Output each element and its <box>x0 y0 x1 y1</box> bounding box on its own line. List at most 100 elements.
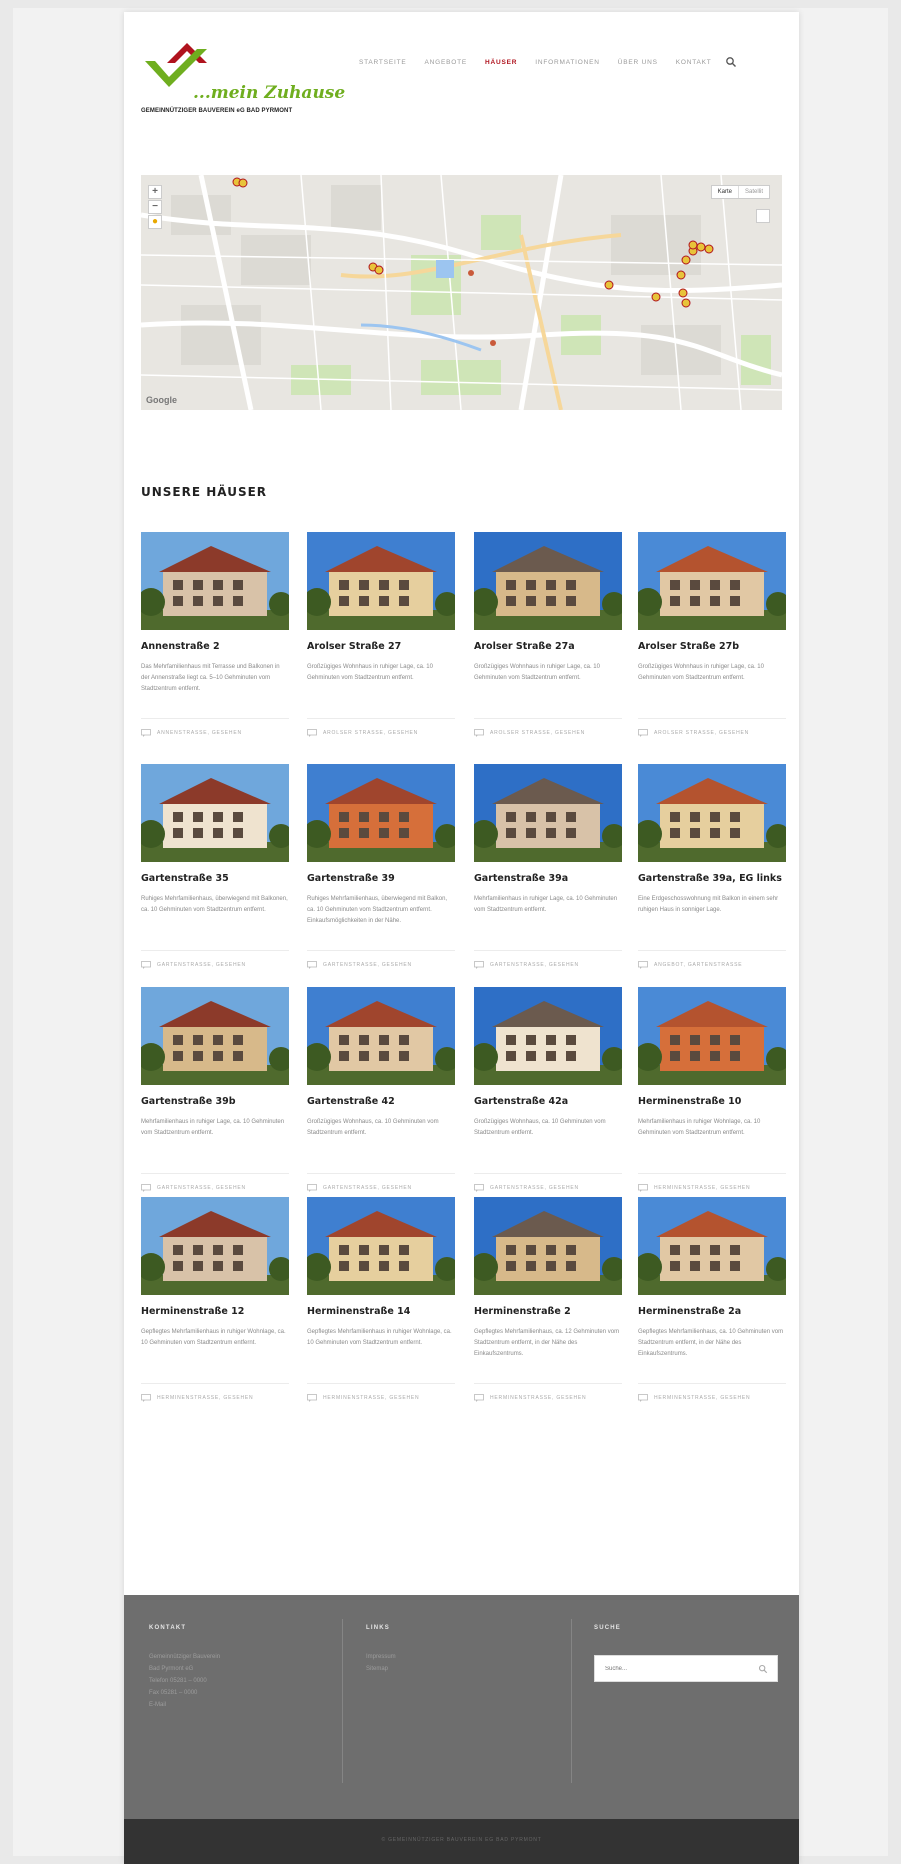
house-meta: Gartenstraße, Gesehen <box>141 1173 289 1192</box>
footer-links-heading: Links <box>366 1625 390 1631</box>
house-image[interactable] <box>638 987 786 1085</box>
comment-icon <box>474 1394 484 1402</box>
house-card: Gartenstraße 39b Mehrfamilienhaus in ruhi… <box>141 987 289 1192</box>
nav-item-kontakt[interactable]: Kontakt <box>667 59 721 66</box>
house-excerpt: Großzügiges Wohnhaus in ruhiger Lage, ca… <box>474 664 600 681</box>
house-excerpt: Gepflegtes Mehrfamilienhaus, ca. 10 Gehm… <box>638 1329 784 1357</box>
house-meta: Herminenstraße, Gesehen <box>638 1383 786 1402</box>
house-category[interactable]: Gartenstraße, Gesehen <box>490 962 579 968</box>
house-category[interactable]: Herminenstraße, Gesehen <box>490 1395 586 1401</box>
comment-icon <box>638 1394 648 1402</box>
map-type-satellite[interactable]: Satellit <box>737 186 769 198</box>
house-category[interactable]: Herminenstraße, Gesehen <box>654 1395 750 1401</box>
nav-item-startseite[interactable]: Startseite <box>350 59 416 66</box>
house-excerpt: Großzügiges Wohnhaus, ca. 10 Gehminuten … <box>474 1119 606 1136</box>
footer-link-sitemap[interactable]: Sitemap <box>366 1663 526 1675</box>
pegman-icon[interactable]: ● <box>148 215 162 229</box>
house-image[interactable] <box>141 532 289 630</box>
house-category[interactable]: Arolser Straße, Gesehen <box>490 730 585 736</box>
footer-link-impressum[interactable]: Impressum <box>366 1651 526 1663</box>
comment-icon <box>141 961 151 969</box>
house-image[interactable] <box>307 987 455 1085</box>
logo-tagline: GEMEINNÜTZIGER BAUVEREIN eG BAD PYRMONT <box>141 108 293 114</box>
house-title[interactable]: Annenstraße 2 <box>141 641 289 652</box>
house-image[interactable] <box>638 764 786 862</box>
copyright-text: © GEMEINNÜTZIGER BAUVEREIN EG BAD PYRMON… <box>381 1837 542 1843</box>
house-title[interactable]: Arolser Straße 27a <box>474 641 622 652</box>
house-title[interactable]: Herminenstraße 10 <box>638 1096 786 1107</box>
house-image[interactable] <box>141 764 289 862</box>
house-card: Herminenstraße 2 Gepflegtes Mehrfamilienh… <box>474 1197 622 1402</box>
house-image[interactable] <box>141 987 289 1085</box>
house-image[interactable] <box>141 1197 289 1295</box>
footer: Kontakt Gemeinnütziger Bauverein Bad Pyr… <box>124 1595 799 1819</box>
footer-kontakt: Kontakt Gemeinnütziger Bauverein Bad Pyr… <box>149 1625 329 1711</box>
house-title[interactable]: Gartenstraße 39a <box>474 873 622 884</box>
house-meta: Herminenstraße, Gesehen <box>141 1383 289 1402</box>
house-image[interactable] <box>638 532 786 630</box>
house-meta: Angebot, Gartenstraße <box>638 950 786 969</box>
house-category[interactable]: Gartenstraße, Gesehen <box>157 1185 246 1191</box>
house-category[interactable]: Herminenstraße, Gesehen <box>157 1395 253 1401</box>
zoom-in-button[interactable]: + <box>148 185 162 199</box>
house-image[interactable] <box>638 1197 786 1295</box>
house-title[interactable]: Gartenstraße 42 <box>307 1096 455 1107</box>
house-title[interactable]: Herminenstraße 14 <box>307 1306 455 1317</box>
house-title[interactable]: Herminenstraße 2 <box>474 1306 622 1317</box>
site-logo[interactable]: ...mein Zuhause GEMEINNÜTZIGER BAUVEREIN… <box>141 41 345 131</box>
nav-item-informationen[interactable]: Informationen <box>526 59 608 66</box>
house-excerpt: Ruhiges Mehrfamilienhaus, überwiegend mi… <box>141 896 288 913</box>
house-image[interactable] <box>474 764 622 862</box>
house-meta: Arolser Straße, Gesehen <box>307 718 455 737</box>
house-image[interactable] <box>307 532 455 630</box>
footer-divider <box>342 1619 343 1783</box>
kontakt-line: Gemeinnütziger Bauverein <box>149 1654 221 1660</box>
fullscreen-icon[interactable] <box>756 209 770 223</box>
map-type-map[interactable]: Karte <box>712 186 738 198</box>
house-image[interactable] <box>307 1197 455 1295</box>
house-category[interactable]: Arolser Straße, Gesehen <box>323 730 418 736</box>
zoom-out-button[interactable]: − <box>148 200 162 214</box>
house-title[interactable]: Gartenstraße 35 <box>141 873 289 884</box>
house-title[interactable]: Arolser Straße 27b <box>638 641 786 652</box>
footer-search-input[interactable] <box>595 1656 745 1681</box>
house-title[interactable]: Gartenstraße 39b <box>141 1096 289 1107</box>
house-category[interactable]: Herminenstraße, Gesehen <box>654 1185 750 1191</box>
kontakt-line: Bad Pyrmont eG <box>149 1666 194 1672</box>
house-image[interactable] <box>307 764 455 862</box>
house-title[interactable]: Arolser Straße 27 <box>307 641 455 652</box>
house-category[interactable]: Herminenstraße, Gesehen <box>323 1395 419 1401</box>
house-category[interactable]: Gartenstraße, Gesehen <box>323 1185 412 1191</box>
house-category[interactable]: Angebot, Gartenstraße <box>654 962 742 968</box>
nav-item-haeuser[interactable]: Häuser <box>476 59 526 66</box>
house-category[interactable]: Arolser Straße, Gesehen <box>654 730 749 736</box>
house-category[interactable]: Gartenstraße, Gesehen <box>157 962 246 968</box>
google-map[interactable]: + − ● Karte Satellit Google <box>141 175 782 410</box>
house-card: Gartenstraße 42 Großzügiges Wohnhaus, ca.… <box>307 987 455 1192</box>
house-card: Gartenstraße 39a, EG links Eine Erdgescho… <box>638 764 786 969</box>
comment-icon <box>474 1184 484 1192</box>
house-image[interactable] <box>474 987 622 1085</box>
search-icon[interactable] <box>725 56 737 68</box>
nav-item-angebote[interactable]: Angebote <box>416 59 477 66</box>
house-category[interactable]: Gartenstraße, Gesehen <box>323 962 412 968</box>
house-title[interactable]: Herminenstraße 12 <box>141 1306 289 1317</box>
house-image[interactable] <box>474 532 622 630</box>
house-meta: Herminenstraße, Gesehen <box>474 1383 622 1402</box>
house-card: Herminenstraße 2a Gepflegtes Mehrfamilien… <box>638 1197 786 1402</box>
house-title[interactable]: Gartenstraße 39 <box>307 873 455 884</box>
main-nav: Startseite Angebote Häuser Informationen… <box>350 56 737 68</box>
house-title[interactable]: Gartenstraße 42a <box>474 1096 622 1107</box>
kontakt-email[interactable]: E-Mail <box>149 1699 329 1711</box>
house-excerpt: Großzügiges Wohnhaus, ca. 10 Gehminuten … <box>307 1119 439 1136</box>
house-category[interactable]: Annenstraße, Gesehen <box>157 730 242 736</box>
house-title[interactable]: Herminenstraße 2a <box>638 1306 786 1317</box>
house-meta: Gartenstraße, Gesehen <box>474 1173 622 1192</box>
search-icon[interactable] <box>758 1664 768 1674</box>
house-card: Herminenstraße 10 Mehrfamilienhaus in ruh… <box>638 987 786 1192</box>
house-title[interactable]: Gartenstraße 39a, EG links <box>638 873 786 884</box>
house-image[interactable] <box>474 1197 622 1295</box>
house-category[interactable]: Gartenstraße, Gesehen <box>490 1185 579 1191</box>
nav-item-ueber-uns[interactable]: Über uns <box>609 59 667 66</box>
house-excerpt: Großzügiges Wohnhaus in ruhiger Lage, ca… <box>307 664 433 681</box>
